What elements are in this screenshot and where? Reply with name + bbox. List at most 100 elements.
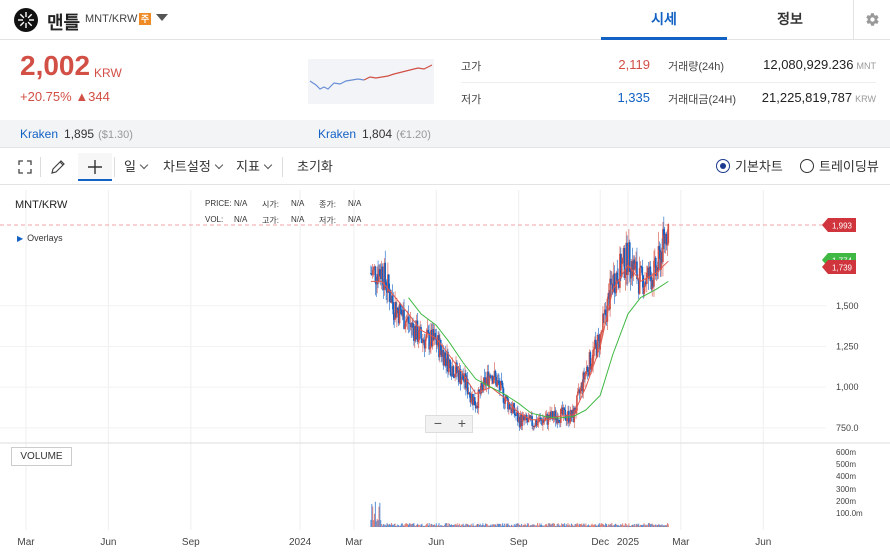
volume-bar (662, 525, 664, 527)
volume-bar (532, 524, 534, 527)
volume-bar (440, 525, 442, 527)
volume-bar (633, 523, 635, 527)
volume-bar (607, 524, 609, 527)
volume-bar (469, 525, 471, 527)
volume-pane-label: VOLUME (11, 447, 72, 466)
y-tick-label: 750.0 (836, 423, 859, 433)
volume-bar (463, 525, 465, 527)
volume-bar (657, 524, 659, 527)
volume-bar (601, 523, 603, 527)
overlays-toggle[interactable]: ▶ Overlays (17, 233, 63, 243)
gear-icon (866, 13, 879, 26)
volume-bar (618, 525, 620, 527)
volume-bar (502, 523, 504, 527)
crosshair-icon[interactable] (87, 159, 103, 175)
volume-bar (455, 523, 457, 527)
kraken-usd-price[interactable]: Kraken 1,895 ($1.30) (20, 127, 133, 141)
candle-body (594, 339, 597, 344)
candle-body (417, 339, 420, 342)
volume-bar (488, 525, 490, 527)
volume-bar (542, 525, 544, 527)
volume-24h-label: 거래량(24h) (668, 61, 725, 73)
candle-body (643, 287, 645, 295)
volume-bar (521, 525, 523, 527)
volume-bar (593, 524, 595, 527)
volume-bar (478, 525, 480, 527)
settings-button[interactable] (853, 0, 890, 40)
volume-bar (648, 523, 650, 527)
volume-bar (398, 525, 400, 527)
x-tick-label: Mar (17, 537, 35, 548)
volume-bar (640, 524, 642, 527)
price-tag-last-text: 1,993 (832, 222, 853, 231)
volume-bar (550, 524, 552, 527)
volume-bar (558, 524, 560, 527)
candle-body (404, 326, 406, 329)
candle-body (392, 301, 395, 315)
candle-body (563, 407, 566, 410)
volume-bar (540, 523, 542, 527)
volume-bar (610, 524, 612, 527)
volume-bar (642, 524, 644, 527)
volume-bar (530, 525, 532, 527)
chart-settings-button[interactable]: 차트설정 (163, 149, 224, 185)
volume-bar (437, 525, 439, 527)
fullscreen-icon[interactable] (18, 160, 32, 174)
candle-body (531, 416, 533, 426)
volume-bar (606, 525, 608, 527)
volume-bar (594, 524, 596, 527)
candle-body (498, 380, 500, 386)
volume-bar (495, 525, 497, 527)
volume-bar (509, 525, 511, 527)
volume-bar (377, 520, 379, 527)
volume-bar (598, 523, 600, 527)
candle-body (424, 338, 427, 349)
indicators-button[interactable]: 지표 (236, 149, 273, 185)
candle-body (425, 333, 428, 339)
chart-pair-label: MNT/KRW (15, 199, 68, 211)
volume-bar (417, 524, 419, 527)
candle-body (601, 330, 603, 333)
reset-button[interactable]: 초기화 (297, 149, 333, 185)
candle-body (371, 269, 374, 275)
change-absolute: ▲344 (75, 89, 110, 104)
volume-bar (381, 524, 383, 527)
volume-bar (499, 523, 501, 527)
tab-info[interactable]: 정보 (727, 0, 853, 40)
pencil-icon[interactable] (50, 159, 66, 175)
mini-price-chart (308, 59, 434, 104)
volume-bar (415, 525, 417, 527)
volume-bar (383, 524, 385, 527)
kraken-eur-price[interactable]: Kraken 1,804 (€1.20) (318, 127, 431, 141)
volume-bar (620, 524, 622, 527)
volume-bar (636, 523, 638, 527)
candle-body (592, 349, 594, 364)
zoom-out-button[interactable]: − (426, 415, 450, 431)
volume-bar (501, 525, 503, 527)
tab-quote[interactable]: 시세 (601, 0, 727, 40)
candle-body (400, 309, 403, 315)
coin-dropdown-caret-icon[interactable] (156, 14, 168, 21)
volume-bar (385, 525, 387, 527)
volume-bar (589, 525, 591, 527)
volume-bar (395, 525, 397, 527)
volume-bar (420, 524, 422, 527)
volume-bar (451, 524, 453, 527)
basic-chart-radio[interactable]: 기본차트 (716, 149, 783, 185)
candle-body (374, 266, 377, 283)
zoom-in-button[interactable]: + (450, 415, 474, 431)
price-chart[interactable]: 1,500 1,250 1,000 750.0 600m 500m 400m 300m 200m… (0, 186, 890, 554)
volume-bar (507, 523, 509, 527)
volume-bar (443, 525, 445, 527)
volume-bar (457, 523, 459, 527)
candle-body (405, 319, 408, 321)
volume-bar (460, 524, 462, 527)
candle-body (543, 420, 546, 422)
volume-bar (446, 523, 448, 527)
candle-body (391, 295, 394, 302)
volume-bar (494, 524, 496, 527)
volume-bar (411, 523, 413, 527)
interval-select[interactable]: 일 (124, 149, 149, 185)
candle-body (514, 413, 516, 416)
tradingview-radio[interactable]: 트레이딩뷰 (800, 149, 879, 185)
